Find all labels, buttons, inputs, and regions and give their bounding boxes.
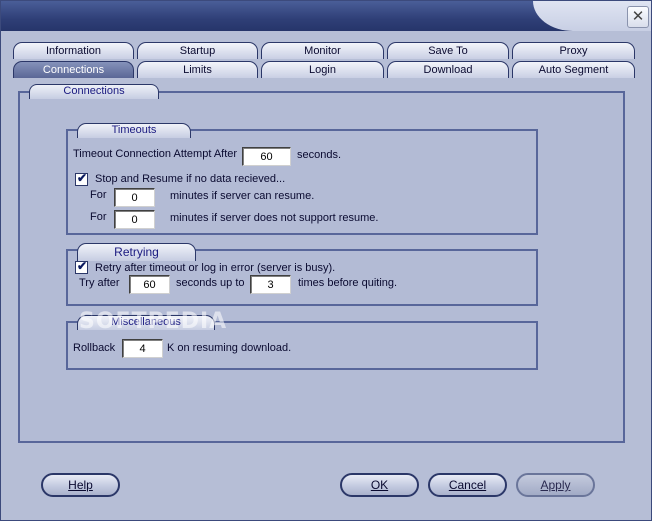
title-bar: ✕: [1, 1, 651, 31]
rollback-label: Rollback: [73, 342, 116, 354]
tab-proxy[interactable]: Proxy: [512, 42, 635, 59]
tab-download[interactable]: Download: [387, 61, 509, 78]
retry-times-label: times before quiting.: [298, 277, 398, 289]
rollback-input[interactable]: [122, 339, 163, 358]
for-label-2: For: [90, 211, 107, 223]
for-label-1: For: [90, 189, 107, 201]
tab-auto-segment[interactable]: Auto Segment: [512, 61, 635, 78]
timeouts-title: Timeouts: [77, 123, 191, 138]
help-button[interactable]: Help: [41, 473, 120, 497]
tab-label: Save To: [428, 45, 468, 57]
tab-limits[interactable]: Limits: [137, 61, 258, 78]
tab-startup[interactable]: Startup: [137, 42, 258, 59]
stop-resume-checkbox[interactable]: ✔: [75, 171, 88, 186]
cancel-button[interactable]: Cancel: [428, 473, 507, 497]
checkmark-icon: ✔: [77, 171, 88, 185]
connect-timeout-label: Timeout Connection Attempt After: [73, 148, 238, 160]
tab-label: Login: [309, 64, 336, 76]
checkmark-icon: ✔: [77, 259, 88, 273]
tab-label: Auto Segment: [538, 64, 609, 76]
tab-information[interactable]: Information: [13, 42, 134, 59]
retry-times-input[interactable]: [250, 275, 291, 294]
panel-title: Connections: [29, 84, 159, 99]
tab-save-to[interactable]: Save To: [387, 42, 509, 59]
tab-label: Download: [423, 64, 473, 76]
tab-label: Proxy: [559, 45, 588, 57]
resume-minutes-input[interactable]: [114, 188, 155, 207]
tab-login[interactable]: Login: [261, 61, 384, 78]
retry-seconds-input[interactable]: [129, 275, 170, 294]
tab-label: Limits: [183, 64, 212, 76]
tab-label: Startup: [179, 45, 216, 57]
tab-monitor[interactable]: Monitor: [261, 42, 384, 59]
retry-label: Retry after timeout or log in error (ser…: [95, 262, 336, 274]
watermark: SOFTPEDIA: [79, 309, 228, 334]
retrying-title: Retrying: [77, 243, 196, 261]
connect-timeout-unit: seconds.: [297, 149, 342, 161]
close-button[interactable]: ✕: [627, 6, 649, 28]
retry-checkbox[interactable]: ✔: [75, 259, 88, 274]
noresume-minutes-input[interactable]: [114, 210, 155, 229]
connect-timeout-input[interactable]: [242, 147, 291, 166]
tab-label: Monitor: [304, 45, 341, 57]
apply-button[interactable]: Apply: [516, 473, 595, 497]
close-icon: ✕: [631, 8, 645, 25]
tab-connections[interactable]: Connections: [13, 61, 134, 78]
rollback-suffix: K on resuming download.: [167, 342, 292, 354]
tab-label: Connections: [42, 64, 105, 76]
dialog-window: { "titlebar": {"close_glyph": "✕", "clos…: [0, 0, 652, 521]
resume-minutes-label: minutes if server can resume.: [170, 190, 315, 202]
stop-resume-label: Stop and Resume if no data recieved...: [95, 173, 286, 185]
try-after-label: Try after: [79, 277, 120, 289]
tab-label: Information: [45, 45, 102, 57]
ok-button[interactable]: OK: [340, 473, 419, 497]
retry-seconds-label: seconds up to: [176, 277, 245, 289]
noresume-minutes-label: minutes if server does not support resum…: [170, 212, 379, 224]
